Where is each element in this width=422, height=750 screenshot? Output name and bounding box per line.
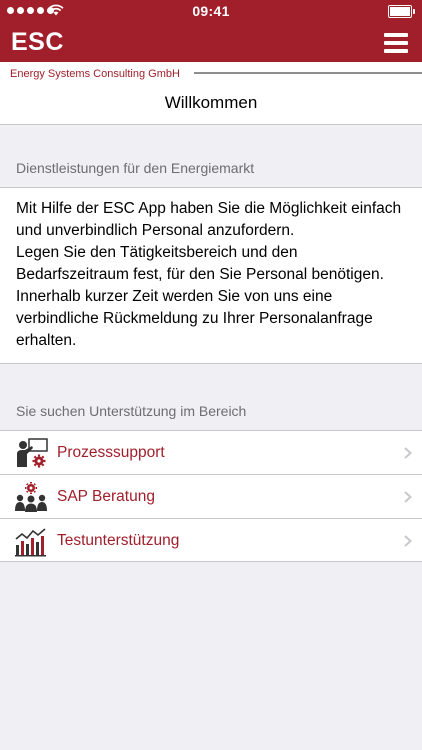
support-list: Prozesssupport SAP Beratung Testunterstü… (0, 430, 422, 562)
list-item-label: Testunterstützung (57, 532, 180, 549)
chevron-right-icon (404, 447, 412, 459)
company-banner: Energy Systems Consulting GmbH (0, 62, 422, 82)
chevron-right-icon (404, 535, 412, 547)
company-divider (194, 72, 422, 74)
status-bar: 09:41 (0, 0, 422, 22)
team-gear-icon (15, 482, 47, 512)
bar-chart-icon (15, 528, 46, 557)
list-item-label: SAP Beratung (57, 488, 155, 505)
navigation-bar: Willkommen (0, 82, 422, 125)
status-time: 09:41 (192, 3, 230, 19)
services-section-header: Dienstleistungen für den Energiemarkt (16, 160, 255, 176)
page-title: Willkommen (164, 93, 258, 112)
list-item-testunterstuetzung[interactable]: Testunterstützung (0, 519, 422, 563)
hamburger-menu-icon[interactable] (384, 33, 408, 53)
app-bar: ESC (0, 22, 422, 62)
app-title: ESC (11, 28, 64, 56)
list-item-sap-beratung[interactable]: SAP Beratung (0, 475, 422, 519)
chevron-right-icon (404, 491, 412, 503)
company-name: Energy Systems Consulting GmbH (10, 68, 180, 80)
services-intro-text: Mit Hilfe der ESC App haben Sie die Mögl… (16, 200, 402, 349)
list-item-label: Prozesssupport (57, 444, 165, 461)
top-bar: 09:41 ESC (0, 0, 422, 62)
services-intro-card: Mit Hilfe der ESC App haben Sie die Mögl… (0, 187, 422, 364)
support-section-header: Sie suchen Unterstützung im Bereich (16, 403, 247, 419)
list-item-prozesssupport[interactable]: Prozesssupport (0, 431, 422, 475)
battery-icon (388, 5, 415, 18)
presenter-gear-icon (17, 438, 48, 468)
